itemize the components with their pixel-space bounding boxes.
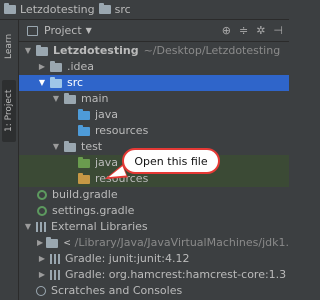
- chevron-down-icon[interactable]: ▼: [51, 139, 61, 155]
- tree-item-label: java: [95, 108, 119, 121]
- annotation-callout: Open this file: [122, 148, 220, 174]
- tree-item-label: Scratches and Consoles: [51, 284, 183, 297]
- tree-item-label: External Libraries: [51, 220, 148, 233]
- test-folder-icon: [78, 156, 90, 168]
- chevron-right-icon[interactable]: ▶: [37, 267, 47, 283]
- folder-icon: [98, 3, 111, 14]
- breadcrumb-label: Letzdotesting: [20, 3, 95, 16]
- tree-item-label: Gradle: junit:junit:4.12: [65, 252, 190, 265]
- panel-toolbar: ⊕ ≑ ✲ ⊣: [222, 24, 289, 37]
- project-panel-header: Project ▼ ⊕ ≑ ✲ ⊣: [19, 20, 289, 42]
- breadcrumb-label: src: [114, 3, 131, 16]
- chevron-down-icon[interactable]: ▼: [23, 219, 33, 235]
- tree-item-label: resources: [95, 124, 149, 137]
- breadcrumb: Letzdotesting src: [0, 0, 289, 20]
- breadcrumb-item-src[interactable]: src: [98, 3, 131, 16]
- project-tab[interactable]: 1: Project: [2, 80, 16, 142]
- chevron-right-icon[interactable]: ▶: [37, 251, 47, 267]
- library-icon: [50, 270, 60, 280]
- folder-icon: [36, 44, 48, 56]
- library-icon: [50, 254, 60, 264]
- tree-item-scratches[interactable]: Scratches and Consoles: [19, 283, 289, 299]
- folder-icon: [64, 140, 76, 152]
- breadcrumb-item-project[interactable]: Letzdotesting: [4, 3, 95, 16]
- folder-icon: [50, 60, 62, 72]
- tree-item-label: build.gradle: [52, 188, 118, 201]
- tree-item-hamcrest[interactable]: ▶ Gradle: org.hamcrest:hamcrest-core:1.3: [19, 267, 289, 283]
- tree-item-label: < 1.8 >: [63, 236, 70, 249]
- tool-window-strip: Learn 1: Project: [0, 20, 19, 300]
- chevron-down-icon[interactable]: ▼: [51, 91, 61, 107]
- tree-item-jdk[interactable]: ▶ < 1.8 > /Library/Java/JavaVirtualMachi…: [19, 235, 289, 251]
- resources-folder-icon: [78, 124, 90, 136]
- tree-item-junit[interactable]: ▶ Gradle: junit:junit:4.12: [19, 251, 289, 267]
- project-view-selector[interactable]: Project: [44, 24, 82, 37]
- folder-icon: [4, 3, 16, 14]
- source-folder-icon: [78, 108, 90, 120]
- project-view-icon: [27, 25, 38, 36]
- tree-item-src[interactable]: ▼ src: [19, 75, 289, 91]
- tree-item-main[interactable]: ▼ main: [19, 91, 289, 107]
- tree-item-label: settings.gradle: [52, 204, 135, 217]
- tree-item-project-root[interactable]: ▼ Letzdotesting ~/Desktop/Letzdotesting: [19, 43, 289, 59]
- learn-tab[interactable]: Learn: [2, 26, 16, 66]
- tree-item-path: ~/Desktop/Letzdotesting: [143, 44, 281, 57]
- gradle-file-icon: [37, 206, 47, 216]
- tree-item-build-gradle[interactable]: build.gradle: [19, 187, 289, 203]
- tree-item-label: .idea: [67, 60, 95, 73]
- chevron-down-icon[interactable]: ▼: [37, 75, 47, 91]
- gear-icon[interactable]: ✲: [256, 24, 265, 37]
- scratches-icon: [36, 286, 46, 296]
- chevron-right-icon[interactable]: ▶: [37, 59, 47, 75]
- tree-item-main-java[interactable]: java: [19, 107, 289, 123]
- tree-item-main-resources[interactable]: resources: [19, 123, 289, 139]
- hide-icon[interactable]: ⊣: [273, 24, 283, 37]
- gradle-file-icon: [37, 190, 47, 200]
- tree-item-path: /Library/Java/JavaVirtualMachines/jdk1.: [74, 236, 289, 249]
- tree-item-label: Gradle: org.hamcrest:hamcrest-core:1.3: [65, 268, 287, 281]
- test-resources-folder-icon: [78, 172, 90, 184]
- tree-item-settings-gradle[interactable]: settings.gradle: [19, 203, 289, 219]
- locate-icon[interactable]: ⊕: [222, 24, 231, 37]
- chevron-down-icon[interactable]: ▼: [86, 26, 92, 35]
- tree-item-external-libraries[interactable]: ▼ External Libraries: [19, 219, 289, 235]
- tree-item-label: test: [81, 140, 103, 153]
- tree-item-idea[interactable]: ▶ .idea: [19, 59, 289, 75]
- callout-text: Open this file: [134, 154, 208, 168]
- tree-item-label: src: [67, 76, 84, 89]
- tree-item-label: Letzdotesting: [53, 44, 139, 57]
- tree-item-label: main: [81, 92, 109, 105]
- folder-icon: [64, 92, 76, 104]
- learn-tab-label: Learn: [4, 33, 14, 59]
- jdk-icon: [46, 236, 59, 248]
- project-tab-label: 1: Project: [4, 89, 14, 133]
- chevron-down-icon[interactable]: ▼: [23, 43, 33, 59]
- chevron-right-icon[interactable]: ▶: [37, 235, 43, 251]
- library-icon: [36, 222, 46, 232]
- collapse-all-icon[interactable]: ≑: [239, 24, 248, 37]
- folder-icon: [50, 76, 62, 88]
